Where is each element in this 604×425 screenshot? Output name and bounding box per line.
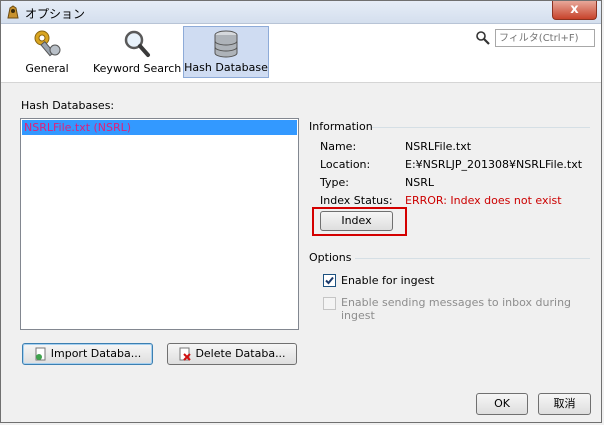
index-button[interactable]: Index — [320, 211, 393, 231]
enable-messages-checkbox[interactable] — [323, 297, 336, 310]
type-value: NSRL — [405, 176, 434, 189]
enable-ingest-checkbox[interactable] — [323, 274, 336, 287]
close-button[interactable]: x — [552, 1, 597, 20]
hash-database-list[interactable]: NSRLFile.txt (NSRL) — [20, 118, 299, 330]
database-icon — [214, 30, 238, 58]
tab-general-label: General — [25, 62, 69, 75]
ok-button[interactable]: OK — [476, 393, 528, 415]
filter-input[interactable] — [495, 29, 595, 47]
name-value: NSRLFile.txt — [405, 140, 472, 153]
delete-database-label: Delete Databa... — [195, 347, 286, 360]
title-bar[interactable]: オプション x — [1, 1, 601, 24]
options-group-title: Options — [309, 251, 352, 264]
window-title: オプション — [25, 7, 86, 21]
information-divider — [372, 127, 590, 128]
settings-tools-icon — [34, 30, 61, 57]
location-key: Location: — [320, 158, 371, 171]
app-icon — [7, 5, 19, 19]
tab-hash-database-label: Hash Database — [184, 61, 268, 74]
list-item-label: NSRLFile.txt (NSRL) — [24, 121, 132, 134]
tab-general[interactable]: General — [5, 26, 89, 78]
type-key: Type: — [320, 176, 349, 189]
search-icon — [476, 31, 490, 45]
enable-messages-label: Enable sending messages to inbox during … — [341, 296, 572, 322]
magnifier-icon — [124, 30, 150, 57]
cancel-button[interactable]: 取消 — [538, 393, 591, 415]
name-key: Name: — [320, 140, 357, 153]
delete-icon — [179, 347, 192, 361]
tab-keyword-search[interactable]: Keyword Search — [93, 26, 181, 78]
location-value: E:¥NSRLJP_201308¥NSRLFile.txt — [405, 158, 583, 171]
tab-keyword-search-label: Keyword Search — [93, 62, 182, 75]
tab-hash-database[interactable]: Hash Database — [183, 26, 269, 78]
enable-ingest-label: Enable for ingest — [341, 274, 435, 287]
import-icon — [35, 347, 46, 361]
options-dialog: オプション x General Keyword Search Hash Data… — [0, 0, 602, 423]
filter-box — [476, 29, 595, 47]
list-item[interactable]: NSRLFile.txt (NSRL) — [22, 120, 297, 135]
import-database-label: Import Databa... — [50, 347, 142, 360]
options-divider — [355, 258, 590, 259]
import-database-button[interactable]: Import Databa... — [22, 343, 153, 365]
index-status-value: ERROR: Index does not exist — [405, 194, 562, 207]
check-icon — [325, 276, 334, 285]
hash-databases-label: Hash Databases: — [21, 99, 115, 112]
information-group-title: Information — [309, 120, 373, 133]
delete-database-button[interactable]: Delete Databa... — [167, 343, 297, 365]
index-status-key: Index Status: — [320, 194, 393, 207]
